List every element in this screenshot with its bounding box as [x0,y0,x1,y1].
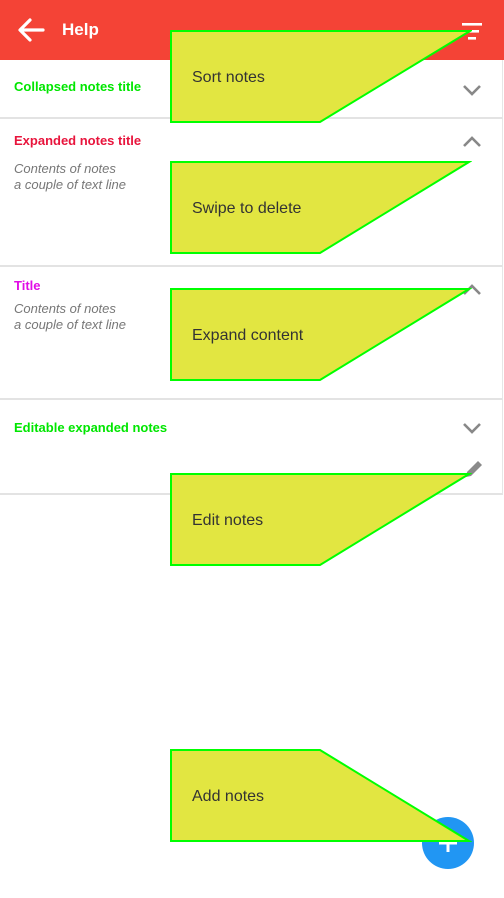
note-content-line: a couple of text line [14,177,127,192]
note-title: Title [14,278,41,293]
callout-expand: Expand content [170,288,472,382]
callout-label: Swipe to delete [192,200,302,217]
callout-label: Edit notes [192,512,264,529]
note-content-line: Contents of notes [14,161,116,176]
callout-label: Sort notes [192,69,265,86]
note-title: Collapsed notes title [14,79,142,94]
chevron-up-icon[interactable] [461,135,483,149]
callout-label: Add notes [192,788,265,805]
arrow-left-icon[interactable] [16,15,46,45]
callout-swipe: Swipe to delete [170,161,472,255]
chevron-down-icon[interactable] [461,421,483,435]
callout-label: Expand content [192,327,304,344]
note-content-line: Contents of notes [14,301,116,316]
note-content: Contents of notes a couple of text line [14,161,126,193]
page-title: Help [62,20,99,39]
callout-add: Add notes [170,749,472,843]
callout-edit: Edit notes [170,473,472,567]
note-content: Contents of notes a couple of text line [14,301,126,333]
callout-sort: Sort notes [170,30,472,124]
note-title: Editable expanded notes [14,420,168,435]
note-title: Expanded notes title [14,133,142,148]
note-content-line: a couple of text line [14,317,127,332]
